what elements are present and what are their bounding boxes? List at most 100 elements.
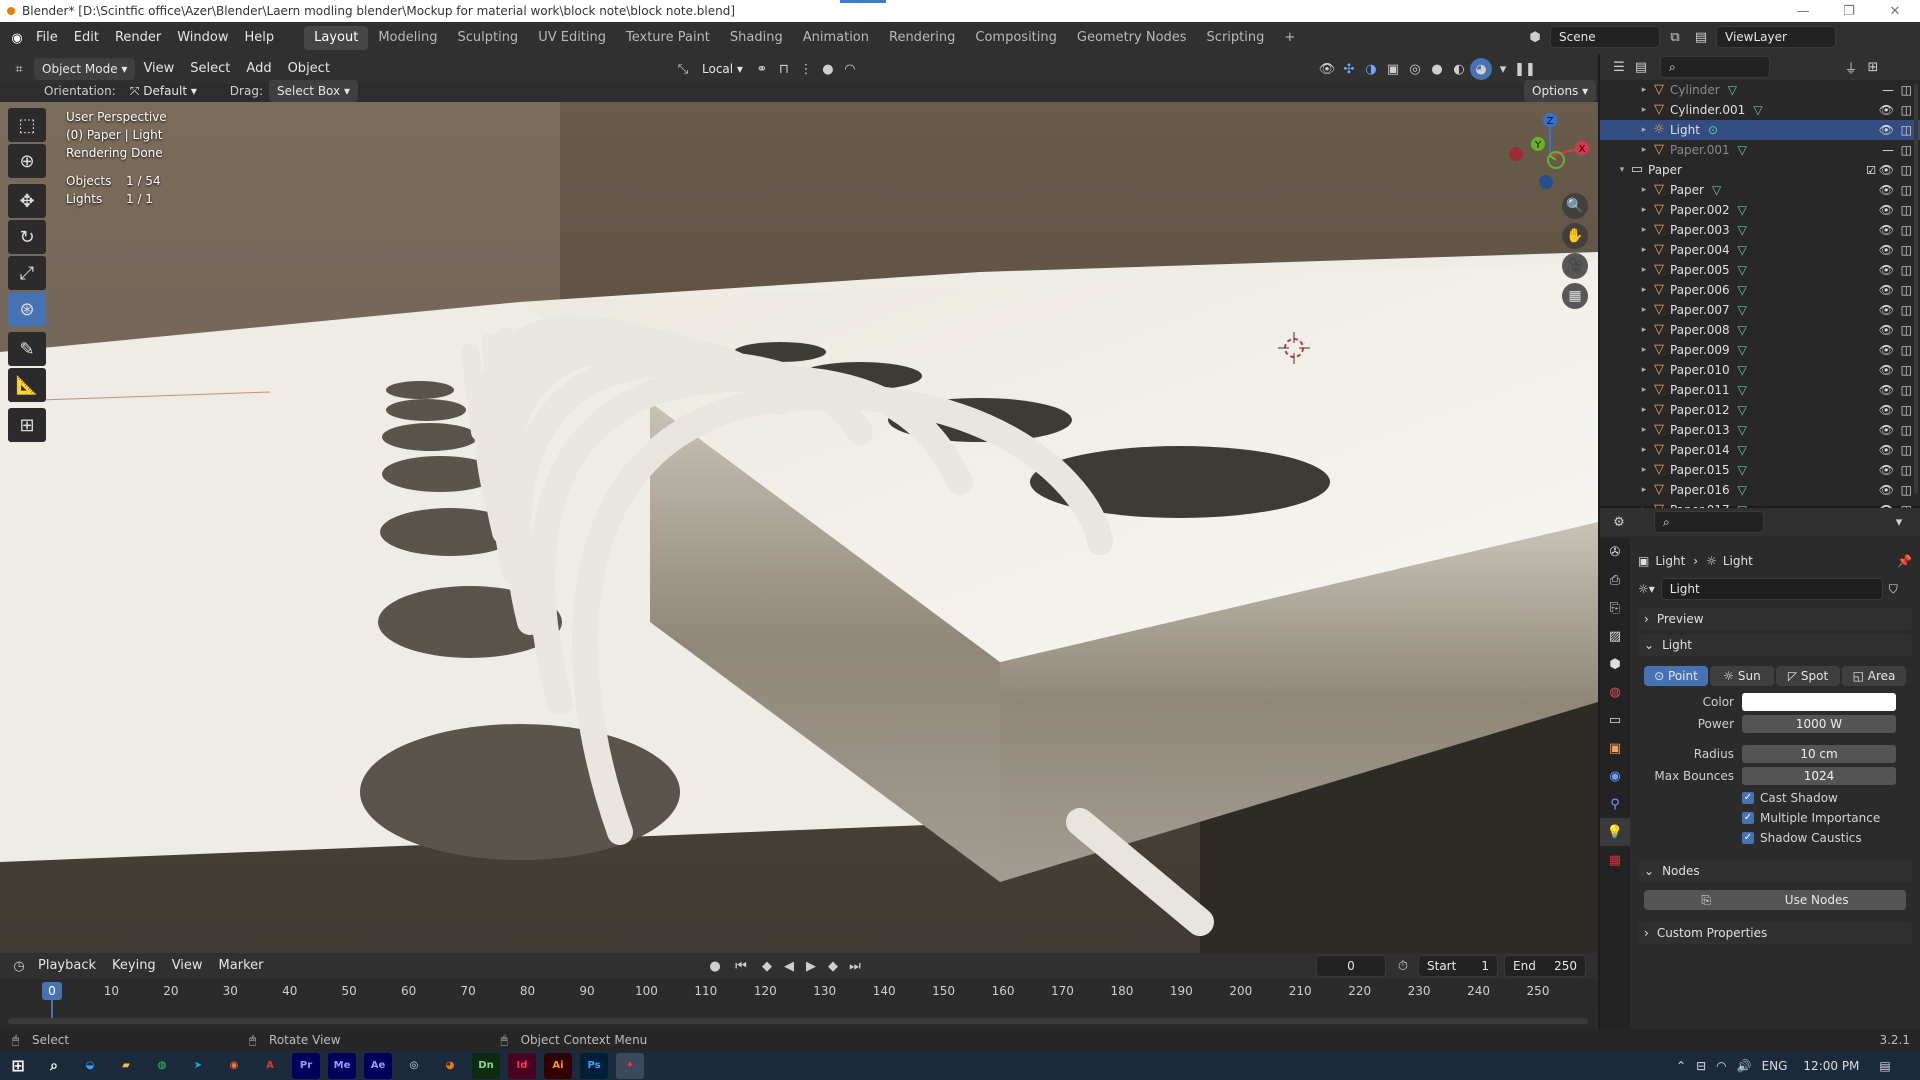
tab-animation[interactable]: Animation [793,26,879,50]
zoom-icon[interactable]: 🔍 [1562,193,1588,219]
outliner-collection[interactable]: ▾ ▭ Paper ☑ 👁 ◫ [1600,160,1920,180]
blender-menu-icon[interactable]: ◉ [6,27,28,49]
visibility-eye-icon[interactable]: 👁 [1879,343,1894,357]
shadow-caustics-checkbox[interactable]: ✓ [1742,832,1754,844]
visibility-icon[interactable]: 👁 [1316,58,1338,80]
render-camera-icon[interactable]: ◫ [1901,443,1912,457]
outliner-row[interactable]: ▸ ▽ Paper.007 ▽ 👁 ◫ [1600,300,1920,320]
outliner-row[interactable]: ▸ ▽ Paper.009 ▽ 👁 ◫ [1600,340,1920,360]
rendered-shading-icon[interactable]: ◕ [1470,58,1492,80]
outliner-row[interactable]: ▸ ▽ Paper ▽ 👁 ◫ [1600,180,1920,200]
add-cube-tool-icon[interactable]: ⊞ [8,408,46,442]
preview-panel[interactable]: › Preview [1638,608,1912,630]
nodes-panel[interactable]: ⌄ Nodes [1638,860,1912,882]
prev-keyframe-icon[interactable]: ◆ [756,955,778,977]
render-camera-icon[interactable]: ◫ [1901,163,1912,177]
premiere-icon[interactable]: Pr [292,1052,320,1079]
visibility-eye-icon[interactable]: 👁 [1879,203,1894,217]
edge-icon[interactable]: ◒ [76,1053,104,1079]
after-effects-icon[interactable]: Ae [364,1052,392,1079]
next-keyframe-icon[interactable]: ◆ [822,955,844,977]
drag-selector[interactable]: Select Box ▾ [268,80,358,102]
orientation-selector[interactable]: ⤧ Default ▾ [122,80,218,102]
light-type-area[interactable]: ◱ Area [1842,666,1906,686]
acrobat-icon[interactable]: A [256,1053,284,1079]
light-panel[interactable]: ⌄ Light [1638,634,1912,656]
render-camera-icon[interactable]: ◫ [1901,123,1912,137]
jump-end-icon[interactable]: ⏭ [844,955,866,977]
ortho-grid-icon[interactable]: ▦ [1562,283,1588,309]
render-tab-icon[interactable]: ⎙ [1600,566,1630,594]
expand-icon[interactable]: ▸ [1638,225,1650,235]
texture-tab-icon[interactable]: ▦ [1600,846,1630,874]
tab-texture-paint[interactable]: Texture Paint [616,26,720,50]
start-frame-field[interactable]: Start 1 [1418,955,1498,977]
jump-start-icon[interactable]: ⏮ [726,955,756,977]
search-icon[interactable]: ⌕ [40,1053,68,1079]
expand-icon[interactable]: ▸ [1638,385,1650,395]
tl-menu-marker[interactable]: Marker [211,954,272,978]
record-icon[interactable]: ● [704,955,726,977]
outliner-row[interactable]: ▸ ▽ Cylinder ▽ — ◫ [1600,80,1920,100]
telegram-icon[interactable]: ➤ [184,1053,212,1079]
preview-range-icon[interactable]: ⏱ [1392,955,1414,977]
mode-selector[interactable]: Object Mode ▾ [34,58,136,80]
move-tool-icon[interactable]: ✥ [8,184,46,218]
expand-icon[interactable]: ▸ [1638,205,1650,215]
collection-tab-icon[interactable]: ▭ [1600,706,1630,734]
minimize-icon[interactable]: — [1780,0,1826,22]
viewlayer-icon[interactable]: ▤ [1690,26,1712,48]
expand-icon[interactable]: ▸ [1638,145,1650,155]
visibility-eye-icon[interactable]: 👁 [1879,303,1894,317]
render-camera-icon[interactable]: ◫ [1901,243,1912,257]
render-camera-icon[interactable]: ◫ [1901,183,1912,197]
render-camera-icon[interactable]: ◫ [1901,463,1912,477]
select-box-tool-icon[interactable]: ⬚ [8,108,46,142]
file-explorer-icon[interactable]: ▰ [112,1053,140,1079]
tl-menu-playback[interactable]: Playback [30,954,104,978]
visibility-eye-icon[interactable]: — [1882,83,1894,97]
vp-menu-view[interactable]: View [135,57,182,81]
expand-icon[interactable]: ▸ [1638,245,1650,255]
visibility-eye-icon[interactable]: 👁 [1879,383,1894,397]
expand-icon[interactable]: ▸ [1638,85,1650,95]
dimension-icon[interactable]: Dn [472,1052,500,1079]
outliner-row[interactable]: ▸ ▽ Paper.005 ▽ 👁 ◫ [1600,260,1920,280]
menu-render[interactable]: Render [107,26,169,50]
properties-editor-icon[interactable]: ⚙ [1608,511,1630,533]
outliner-row[interactable]: ▸ ▽ Paper.008 ▽ 👁 ◫ [1600,320,1920,340]
proportional-edit-icon[interactable]: ● [817,58,839,80]
outliner-scrollbar[interactable] [1914,84,1918,494]
tool-tab-icon[interactable]: ✇ [1600,538,1630,566]
visibility-eye-icon[interactable]: 👁 [1879,163,1894,177]
expand-icon[interactable]: ▸ [1638,285,1650,295]
datablock-name-field[interactable]: Light [1660,578,1883,600]
visibility-eye-icon[interactable]: 👁 [1879,423,1894,437]
tab-modeling[interactable]: Modeling [368,26,447,50]
properties-search-input[interactable]: ⌕ [1654,511,1764,533]
menu-file[interactable]: File [28,26,66,50]
timeline-editor-icon[interactable]: ◷ [8,955,30,977]
tray-chevron-icon[interactable]: ⌃ [1676,1059,1686,1073]
annotate-tool-icon[interactable]: ✎ [8,332,46,366]
shadow-caustics-row[interactable]: ✓ Shadow Caustics [1638,828,1912,848]
expand-icon[interactable]: ▸ [1638,485,1650,495]
outliner-row[interactable]: ▸ ☼ Light ⊙ 👁 ◫ [1600,120,1920,140]
visibility-eye-icon[interactable]: 👁 [1879,363,1894,377]
maximize-icon[interactable]: ❐ [1826,0,1872,22]
editor-type-icon[interactable]: ⌗ [8,58,30,80]
close-icon[interactable]: ✕ [1872,0,1918,22]
expand-icon[interactable]: ▸ [1638,465,1650,475]
firefox-icon[interactable]: ◉ [220,1053,248,1079]
filter-icon[interactable]: ⏚ [1840,56,1862,78]
render-camera-icon[interactable]: ◫ [1901,343,1912,357]
radius-field[interactable]: 10 cm [1742,745,1896,763]
visibility-eye-icon[interactable]: 👁 [1879,223,1894,237]
whatsapp-icon[interactable]: ◍ [148,1053,176,1079]
render-camera-icon[interactable]: ◫ [1901,423,1912,437]
shading-options-icon[interactable]: ▾ [1492,58,1514,80]
tab-rendering[interactable]: Rendering [879,26,965,50]
render-camera-icon[interactable]: ◫ [1901,263,1912,277]
network-icon[interactable]: ⊟ [1696,1059,1706,1073]
tab-uv-editing[interactable]: UV Editing [528,26,616,50]
